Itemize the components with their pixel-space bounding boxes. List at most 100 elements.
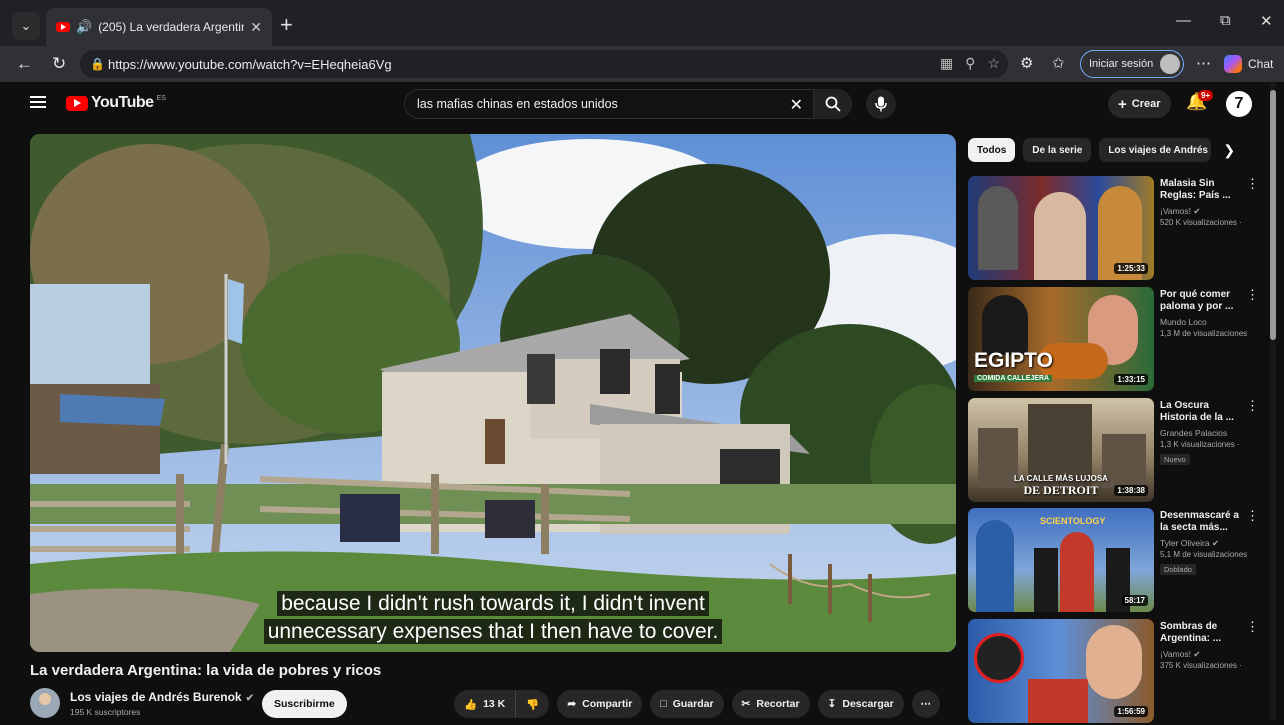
url-text: https://www.youtube.com/watch?v=EHeqheia…: [108, 56, 392, 72]
recommendation-channel[interactable]: ¡Vamos! ✔: [1160, 649, 1201, 660]
create-button[interactable]: + Crear: [1108, 90, 1171, 118]
recommendation-channel[interactable]: Tyler Oliveira ✔: [1160, 538, 1219, 549]
verified-icon: ✔: [1193, 649, 1201, 659]
tab-search-menu-button[interactable]: ⌄: [12, 12, 40, 40]
recommendation-title[interactable]: Sombras de Argentina: ...: [1160, 621, 1242, 645]
create-label: Crear: [1131, 98, 1161, 110]
chevron-right-icon[interactable]: ❯: [1223, 142, 1235, 159]
share-button[interactable]: ➦ Compartir: [557, 690, 643, 718]
more-vertical-icon[interactable]: ⋮: [1246, 619, 1259, 635]
thumbnail-headline: SCIENTOLOGY: [1040, 516, 1106, 526]
app-available-icon[interactable]: ▦: [940, 55, 953, 72]
recommendation-title[interactable]: Malasia Sin Reglas: País ...: [1160, 178, 1242, 202]
close-window-icon[interactable]: ✕: [1260, 12, 1273, 30]
more-vertical-icon[interactable]: ⋮: [1246, 508, 1259, 524]
more-vertical-icon[interactable]: ⋮: [1246, 398, 1259, 414]
extensions-icon[interactable]: ⚙: [1020, 54, 1033, 72]
close-tab-icon[interactable]: ✕: [250, 19, 262, 36]
more-actions-button[interactable]: ⋯: [911, 690, 940, 718]
recommendation-views: 1,3 K visualizaciones ·: [1160, 440, 1240, 449]
browser-tab[interactable]: 🔊 (205) La verdadera Argentina: l ✕: [46, 8, 272, 46]
download-label: Descargar: [842, 698, 894, 710]
chip-from-series[interactable]: De la serie: [1023, 138, 1092, 162]
dislike-button[interactable]: 👎: [516, 690, 550, 718]
channel-avatar[interactable]: [30, 688, 60, 718]
thumbnail-headline: LA CALLE MÁS LUJOSA: [1014, 474, 1108, 483]
recommendation-item[interactable]: LA CALLE MÁS LUJOSA DE DETROIT 1:38:38 L…: [968, 398, 1259, 504]
youtube-header: YouTube ES las mafias chinas en estados …: [8, 82, 1276, 126]
copilot-icon: [1224, 55, 1242, 73]
country-code: ES: [156, 94, 166, 102]
more-vertical-icon[interactable]: ⋮: [1246, 287, 1259, 303]
share-icon: ➦: [567, 698, 577, 710]
youtube-play-icon: [66, 95, 88, 111]
recommendation-channel[interactable]: ¡Vamos! ✔: [1160, 206, 1201, 217]
chip-all[interactable]: Todos: [968, 138, 1016, 162]
subscribe-button[interactable]: Suscribirme: [262, 690, 347, 718]
filter-chips: Todos De la serie Los viajes de Andrés B…: [968, 138, 1235, 162]
recommendation-channel[interactable]: Mundo Loco: [1160, 317, 1207, 327]
channel-text: ¡Vamos!: [1160, 206, 1192, 216]
search-input[interactable]: las mafias chinas en estados unidos ✕: [404, 89, 814, 119]
more-options-icon[interactable]: ⋯: [1196, 54, 1211, 72]
youtube-logo[interactable]: YouTube ES: [66, 94, 166, 112]
clip-button[interactable]: ✂ Recortar: [731, 690, 810, 718]
restore-icon[interactable]: ⧉: [1220, 12, 1231, 29]
download-button[interactable]: ↧ Descargar: [817, 690, 904, 718]
speaker-icon[interactable]: 🔊: [76, 19, 92, 35]
verified-icon: ✔: [1211, 538, 1220, 548]
signin-button[interactable]: Iniciar sesión: [1080, 50, 1184, 78]
browser-tabstrip: ⌄ 🔊 (205) La verdadera Argentina: l ✕ + …: [0, 0, 1284, 46]
video-duration: 1:38:38: [1114, 485, 1148, 496]
more-horizontal-icon: ⋯: [920, 698, 931, 710]
like-count: 13 K: [483, 698, 506, 710]
minimize-icon[interactable]: —: [1176, 12, 1191, 29]
channel-name[interactable]: Los viajes de Andrés Burenok ✔: [70, 690, 254, 704]
save-button[interactable]: □ Guardar: [650, 690, 724, 718]
like-button[interactable]: 👍 13 K: [454, 690, 517, 718]
zoom-icon[interactable]: ⚲: [965, 55, 975, 72]
video-thumbnail[interactable]: 1:25:33: [968, 176, 1154, 280]
share-label: Compartir: [582, 698, 633, 710]
verified-icon: ✔: [245, 693, 254, 704]
favorites-icon[interactable]: ✩: [1052, 54, 1065, 72]
address-bar[interactable]: 🔒 https://www.youtube.com/watch?v=EHeqhe…: [80, 50, 1008, 78]
more-vertical-icon[interactable]: ⋮: [1246, 176, 1259, 192]
signin-label: Iniciar sesión: [1089, 58, 1154, 70]
video-thumbnail[interactable]: SCIENTOLOGY 58:17: [968, 508, 1154, 612]
back-arrow-icon[interactable]: ←: [16, 54, 33, 74]
clear-search-icon[interactable]: ✕: [790, 95, 803, 115]
recommendation-channel[interactable]: Grandes Palacios: [1160, 428, 1227, 438]
recommendation-views: 520 K visualizaciones ·: [1160, 218, 1242, 227]
lock-icon[interactable]: 🔒: [90, 57, 108, 71]
recommendation-title[interactable]: Desenmascaré a la secta más...: [1160, 510, 1242, 534]
recommendation-views: 375 K visualizaciones ·: [1160, 661, 1242, 670]
recommendation-item[interactable]: SCIENTOLOGY 58:17 Desenmascaré a la sect…: [968, 508, 1259, 614]
video-player[interactable]: because I didn't rush towards it, I didn…: [30, 134, 956, 652]
recommendation-title[interactable]: La Oscura Historia de la ...: [1160, 400, 1242, 424]
video-thumbnail[interactable]: 1:56:59: [968, 619, 1154, 723]
video-thumbnail[interactable]: EGIPTO COMIDA CALLEJERA 1:33:15: [968, 287, 1154, 391]
scrollbar-thumb[interactable]: [1270, 90, 1276, 340]
recommendation-item[interactable]: 1:56:59 Sombras de Argentina: ... ¡Vamos…: [968, 619, 1259, 725]
thumbs-up-icon: 👍: [464, 698, 478, 711]
menu-icon[interactable]: [30, 96, 46, 108]
page-scrollbar[interactable]: [1270, 82, 1276, 720]
search-button[interactable]: [814, 89, 852, 119]
new-badge: Nuevo: [1160, 454, 1190, 465]
chip-channel[interactable]: Los viajes de Andrés Bu: [1099, 138, 1212, 162]
recommendation-item[interactable]: 1:25:33 Malasia Sin Reglas: País ... ¡Va…: [968, 176, 1259, 282]
youtube-wordmark: YouTube: [91, 94, 154, 111]
video-thumbnail[interactable]: LA CALLE MÁS LUJOSA DE DETROIT 1:38:38: [968, 398, 1154, 502]
refresh-icon[interactable]: ↻: [52, 54, 66, 74]
voice-search-button[interactable]: [866, 89, 896, 119]
new-tab-button[interactable]: +: [280, 14, 293, 36]
account-avatar[interactable]: 7: [1226, 91, 1252, 117]
recommendation-item[interactable]: EGIPTO COMIDA CALLEJERA 1:33:15 Por qué …: [968, 287, 1259, 393]
copilot-chat-button[interactable]: Chat: [1224, 52, 1273, 76]
search-icon: [825, 96, 841, 112]
channel-name-text: Los viajes de Andrés Burenok: [70, 690, 242, 704]
verified-icon: ✔: [1193, 206, 1201, 216]
recommendation-title[interactable]: Por qué comer paloma y por ...: [1160, 289, 1242, 313]
favorite-star-icon[interactable]: ☆: [987, 55, 1000, 72]
